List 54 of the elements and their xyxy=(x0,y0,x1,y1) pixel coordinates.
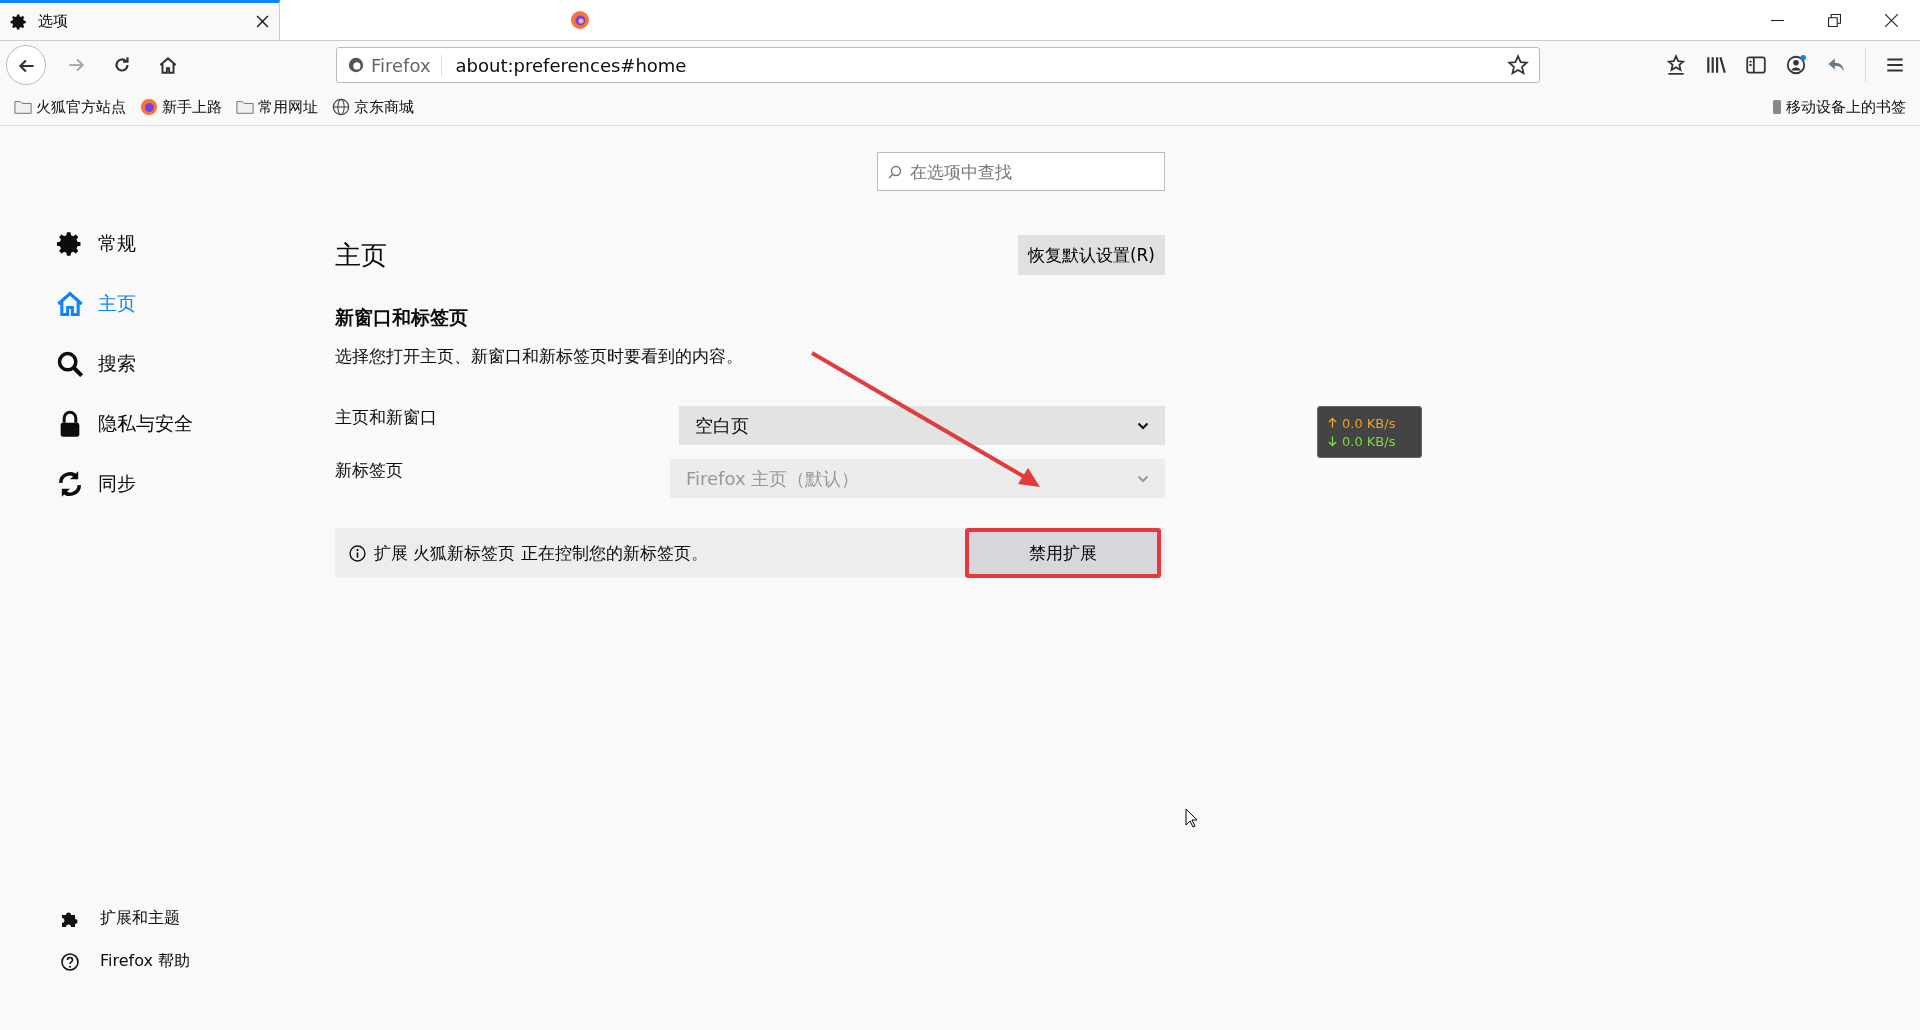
section-description: 选择您打开主页、新窗口和新标签页时要看到的内容。 xyxy=(335,345,744,368)
download-speed: 0.0 KB/s xyxy=(1342,433,1396,449)
sidebar-link[interactable]: 扩展和主题 xyxy=(56,908,335,929)
page-title: 主页 xyxy=(335,238,387,272)
info-icon xyxy=(349,544,366,562)
search-icon xyxy=(887,164,903,180)
setting-label: 主页和新窗口 xyxy=(335,406,437,429)
upload-speed: 0.0 KB/s xyxy=(1342,415,1396,431)
home-icon xyxy=(56,289,84,318)
bookmark-item[interactable]: 京东商城 xyxy=(332,97,414,117)
down-arrow-icon xyxy=(1328,435,1337,447)
bookmark-item[interactable]: 移动设备上的书签 xyxy=(1772,97,1906,117)
restore-defaults-button[interactable]: 恢复默认设置(R) xyxy=(1017,235,1165,275)
close-icon[interactable] xyxy=(1885,13,1898,27)
help-icon xyxy=(60,951,80,972)
category-item[interactable]: 常规 xyxy=(56,226,335,261)
setting-label: 新标签页 xyxy=(335,459,403,482)
star-tray-icon[interactable] xyxy=(1665,54,1687,76)
chevron-down-icon xyxy=(1137,474,1149,483)
sync-icon xyxy=(56,469,84,498)
category-item[interactable]: 同步 xyxy=(56,466,335,501)
dropdown[interactable]: 空白页 xyxy=(679,406,1165,445)
notice-text: 扩展 火狐新标签页 正在控制您的新标签页。 xyxy=(374,541,709,565)
browser-tab[interactable]: 选项 xyxy=(0,0,280,40)
identity-label: Firefox xyxy=(371,54,442,76)
url-text: about:preferences#home xyxy=(454,54,688,76)
restore-icon[interactable] xyxy=(1828,13,1841,27)
account-icon[interactable] xyxy=(1785,54,1807,76)
tab-title: 选项 xyxy=(38,12,69,31)
category-item[interactable]: 隐私与安全 xyxy=(56,406,335,441)
search-icon xyxy=(56,349,84,378)
address-bar[interactable]: Firefox about:preferences#home xyxy=(336,47,1540,83)
folder-icon xyxy=(14,98,32,116)
star-icon[interactable] xyxy=(1507,54,1529,76)
bookmark-item[interactable]: 新手上路 xyxy=(140,97,222,117)
chevron-down-icon xyxy=(1137,421,1149,430)
up-arrow-icon xyxy=(1328,417,1337,429)
bookmark-item[interactable]: 常用网址 xyxy=(236,97,318,117)
library-icon[interactable] xyxy=(1705,54,1727,76)
section-title: 新窗口和标签页 xyxy=(335,305,469,330)
back-button[interactable] xyxy=(6,45,46,85)
folder-icon xyxy=(236,98,254,116)
cursor-icon xyxy=(1185,808,1197,828)
search-field[interactable]: 在选项中查找 xyxy=(877,152,1165,191)
sidebar-link[interactable]: Firefox 帮助 xyxy=(56,951,335,972)
phone-icon xyxy=(1772,99,1782,115)
close-icon[interactable] xyxy=(256,15,269,28)
globe-icon xyxy=(332,98,350,116)
bookmark-item[interactable]: 火狐官方站点 xyxy=(14,97,126,117)
gear-icon xyxy=(10,12,28,31)
gear-icon xyxy=(56,229,84,258)
sidebar-icon[interactable] xyxy=(1745,54,1767,76)
disable-extension-button[interactable]: 禁用扩展 xyxy=(965,528,1161,578)
category-item[interactable]: 搜索 xyxy=(56,346,335,381)
